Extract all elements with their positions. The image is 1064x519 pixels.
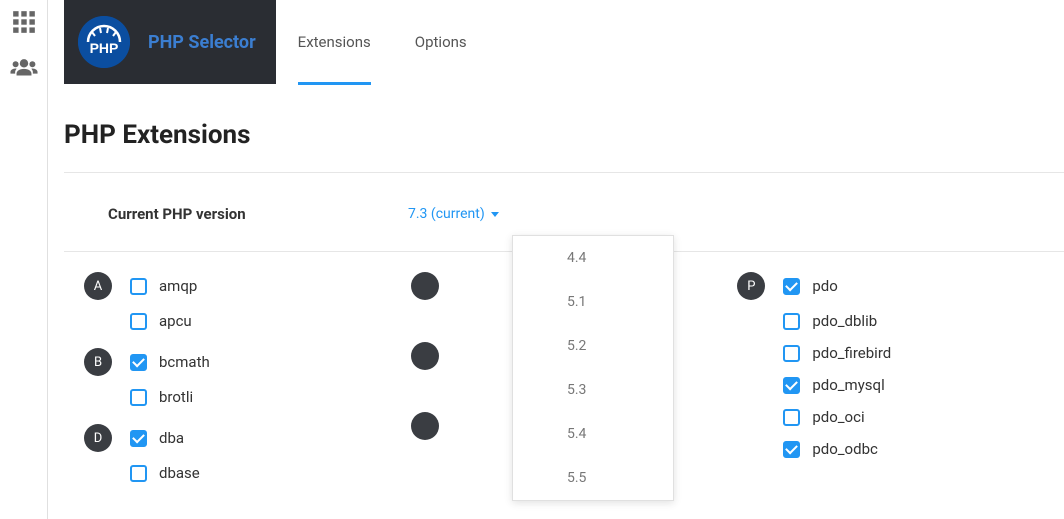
php-logo-icon: PHP — [78, 16, 130, 68]
ext-item: pdo_oci — [783, 408, 1064, 426]
ext-item: pdo_dblib — [783, 312, 1064, 330]
ext-label: bcmath — [159, 353, 210, 371]
ext-col-3: P pdo pdo_dblib pdo_firebi — [737, 272, 1064, 500]
ext-col-1: A amqp apcu B — [84, 272, 411, 500]
ext-item: pdo_mysql — [783, 376, 1064, 394]
ext-item: bcmath — [130, 353, 210, 371]
ext-label: amqp — [159, 277, 197, 295]
checkbox-bcmath[interactable] — [130, 354, 147, 371]
ext-label: dbase — [159, 464, 200, 482]
checkbox-apcu[interactable] — [130, 313, 147, 330]
ext-label: apcu — [159, 312, 192, 330]
ext-group-d: D dba dbase — [84, 424, 411, 482]
page-title: PHP Extensions — [64, 120, 1064, 150]
ext-label: pdo_odbc — [812, 440, 878, 458]
checkbox-pdo[interactable] — [783, 278, 800, 295]
letter-badge: P — [737, 272, 765, 300]
brand-block: PHP PHP Selector — [64, 0, 276, 84]
checkbox-dbase[interactable] — [130, 465, 147, 482]
ext-item: pdo_firebird — [783, 344, 1064, 362]
checkbox-pdo-odbc[interactable] — [783, 441, 800, 458]
dropdown-item[interactable]: 4.4 — [513, 236, 673, 280]
ext-group-p: P pdo pdo_dblib pdo_firebi — [737, 272, 1064, 458]
page-title-wrap: PHP Extensions — [64, 84, 1064, 172]
dropdown-item[interactable]: 5.5 — [513, 456, 673, 500]
tabs: Extensions Options — [276, 0, 489, 84]
ext-label: pdo_dblib — [812, 312, 877, 330]
caret-down-icon — [491, 212, 499, 217]
ext-item: apcu — [130, 312, 411, 330]
main-area: PHP PHP Selector Extensions Options PHP … — [48, 0, 1064, 519]
ext-label: pdo — [812, 277, 837, 295]
ext-item: pdo_odbc — [783, 440, 1064, 458]
apps-grid-icon[interactable] — [10, 8, 38, 36]
version-row: Current PHP version 7.3 (current) 4.4 5.… — [64, 173, 1064, 251]
ext-label: pdo_oci — [812, 408, 864, 426]
version-selected-text: 7.3 (current) — [408, 206, 485, 222]
letter-badge — [411, 412, 439, 440]
checkbox-pdo-firebird[interactable] — [783, 345, 800, 362]
version-selector[interactable]: 7.3 (current) — [408, 206, 499, 222]
ext-item: dbase — [130, 464, 411, 482]
left-rail — [0, 0, 48, 519]
users-icon[interactable] — [10, 54, 38, 82]
version-dropdown: 4.4 5.1 5.2 5.3 5.4 5.5 — [512, 235, 674, 501]
letter-badge — [411, 342, 439, 370]
version-label: Current PHP version — [108, 205, 408, 223]
ext-item: dba — [130, 429, 184, 447]
ext-label: dba — [159, 429, 184, 447]
checkbox-pdo-dblib[interactable] — [783, 313, 800, 330]
ext-label: brotli — [159, 388, 193, 406]
letter-badge: B — [84, 348, 112, 376]
checkbox-pdo-oci[interactable] — [783, 409, 800, 426]
tab-options[interactable]: Options — [393, 0, 489, 84]
ext-item: amqp — [130, 277, 197, 295]
svg-text:PHP: PHP — [90, 40, 119, 56]
ext-label: pdo_firebird — [812, 344, 891, 362]
header-bar: PHP PHP Selector Extensions Options — [64, 0, 1064, 84]
ext-group-b: B bcmath brotli — [84, 348, 411, 406]
ext-item: pdo — [783, 277, 837, 295]
dropdown-item[interactable]: 5.1 — [513, 280, 673, 324]
ext-group-a: A amqp apcu — [84, 272, 411, 330]
dropdown-item[interactable]: 5.4 — [513, 412, 673, 456]
brand-title: PHP Selector — [148, 32, 256, 53]
checkbox-brotli[interactable] — [130, 389, 147, 406]
letter-badge: D — [84, 424, 112, 452]
checkbox-amqp[interactable] — [130, 278, 147, 295]
dropdown-item[interactable]: 5.2 — [513, 324, 673, 368]
tab-extensions[interactable]: Extensions — [276, 0, 393, 84]
letter-badge — [411, 272, 439, 300]
ext-label: pdo_mysql — [812, 376, 884, 394]
checkbox-pdo-mysql[interactable] — [783, 377, 800, 394]
dropdown-item[interactable]: 5.3 — [513, 368, 673, 412]
ext-item: brotli — [130, 388, 411, 406]
letter-badge: A — [84, 272, 112, 300]
checkbox-dba[interactable] — [130, 430, 147, 447]
